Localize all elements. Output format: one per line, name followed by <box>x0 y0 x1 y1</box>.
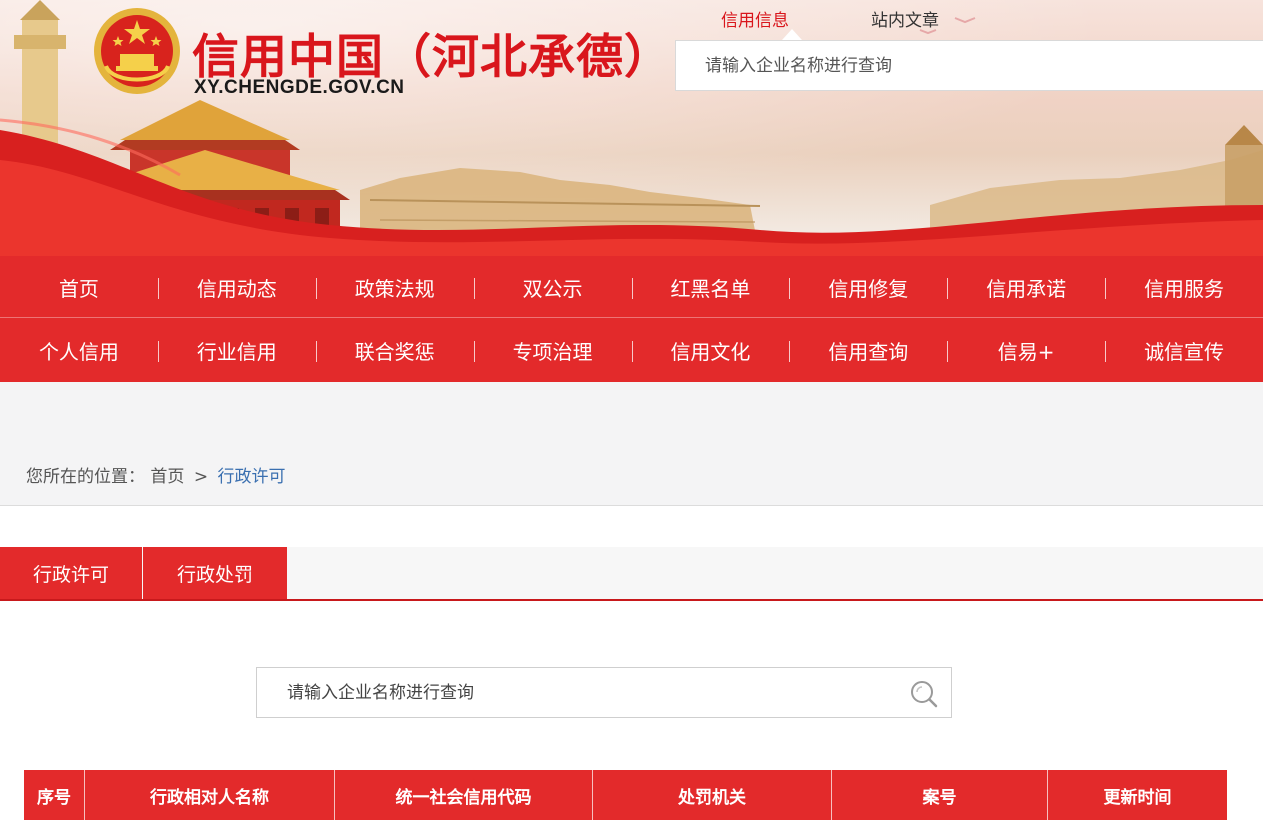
breadcrumb-separator: > <box>193 467 209 487</box>
col-header-index: 序号 <box>24 770 85 820</box>
nav-item-joint-rewards[interactable]: 联合奖惩 <box>315 319 474 381</box>
nav-item-credit-culture[interactable]: 信用文化 <box>631 319 790 381</box>
breadcrumb-prefix: 您所在的位置： <box>26 467 145 487</box>
nav-item-credit-repair[interactable]: 信用修复 <box>789 256 947 318</box>
nav-item-credit-commitment[interactable]: 信用承诺 <box>947 256 1105 318</box>
nav-item-red-black-list[interactable]: 红黑名单 <box>631 256 790 318</box>
breadcrumb-current[interactable]: 行政许可 <box>217 467 285 487</box>
col-header-case-number: 案号 <box>832 770 1048 820</box>
nav-item-special-governance[interactable]: 专项治理 <box>473 319 632 381</box>
col-header-party-name: 行政相对人名称 <box>85 770 335 820</box>
nav-item-credit-news[interactable]: 信用动态 <box>157 256 316 318</box>
tab-administrative-penalty[interactable]: 行政处罚 <box>143 547 287 599</box>
top-tab-site-articles[interactable]: 站内文章 <box>871 6 939 31</box>
results-table-header: 序号 行政相对人名称 统一社会信用代码 处罚机关 案号 更新时间 <box>24 770 1227 820</box>
search-icon[interactable] <box>909 679 939 709</box>
nav-row-primary: 首页 信用动态 政策法规 双公示 红黑名单 信用修复 信用承诺 信用服务 <box>0 256 1263 318</box>
tab-administrative-license[interactable]: 行政许可 <box>0 547 142 599</box>
nav-item-double-publicity[interactable]: 双公示 <box>473 256 632 318</box>
nav-item-xinyi-plus[interactable]: 信易+ <box>947 319 1105 381</box>
header-banner: 信用中国（河北承德） XY.CHENGDE.GOV.CN 信用信息 站内文章 <box>0 0 1263 256</box>
nav-row-secondary: 个人信用 行业信用 联合奖惩 专项治理 信用文化 信用查询 信易+ 诚信宣传 <box>0 319 1263 381</box>
enterprise-search-input[interactable] <box>257 668 897 717</box>
top-tab-credit-info[interactable]: 信用信息 <box>721 6 789 31</box>
breadcrumb: 您所在的位置： 首页 > 行政许可 <box>26 462 285 487</box>
content-tab-bar: 行政许可 行政处罚 <box>0 547 1263 601</box>
content-panel: 行政许可 行政处罚 序号 行政相对人名称 统一社会信用代码 处罚机关 案号 更新… <box>0 505 1263 820</box>
nav-item-personal-credit[interactable]: 个人信用 <box>0 319 158 381</box>
col-header-update-time: 更新时间 <box>1103 788 1172 808</box>
col-header-penalty-authority: 处罚机关 <box>593 770 832 820</box>
nav-item-credit-query[interactable]: 信用查询 <box>789 319 947 381</box>
header-search-input[interactable] <box>676 41 1263 90</box>
header-search-box <box>675 40 1263 91</box>
main-navigation: 首页 信用动态 政策法规 双公示 红黑名单 信用修复 信用承诺 信用服务 个人信… <box>0 256 1263 382</box>
enterprise-search-box <box>256 667 952 718</box>
col-header-credit-code: 统一社会信用代码 <box>335 770 593 820</box>
national-emblem-logo <box>94 8 180 94</box>
site-domain: XY.CHENGDE.GOV.CN <box>194 77 405 98</box>
breadcrumb-home-link[interactable]: 首页 <box>150 467 184 487</box>
active-tab-pointer <box>782 29 802 40</box>
nav-item-home[interactable]: 首页 <box>0 256 158 318</box>
nav-item-industry-credit[interactable]: 行业信用 <box>157 319 316 381</box>
nav-item-policies[interactable]: 政策法规 <box>315 256 474 318</box>
nav-item-integrity-promotion[interactable]: 诚信宣传 <box>1105 319 1263 381</box>
nav-item-credit-service[interactable]: 信用服务 <box>1105 256 1263 318</box>
